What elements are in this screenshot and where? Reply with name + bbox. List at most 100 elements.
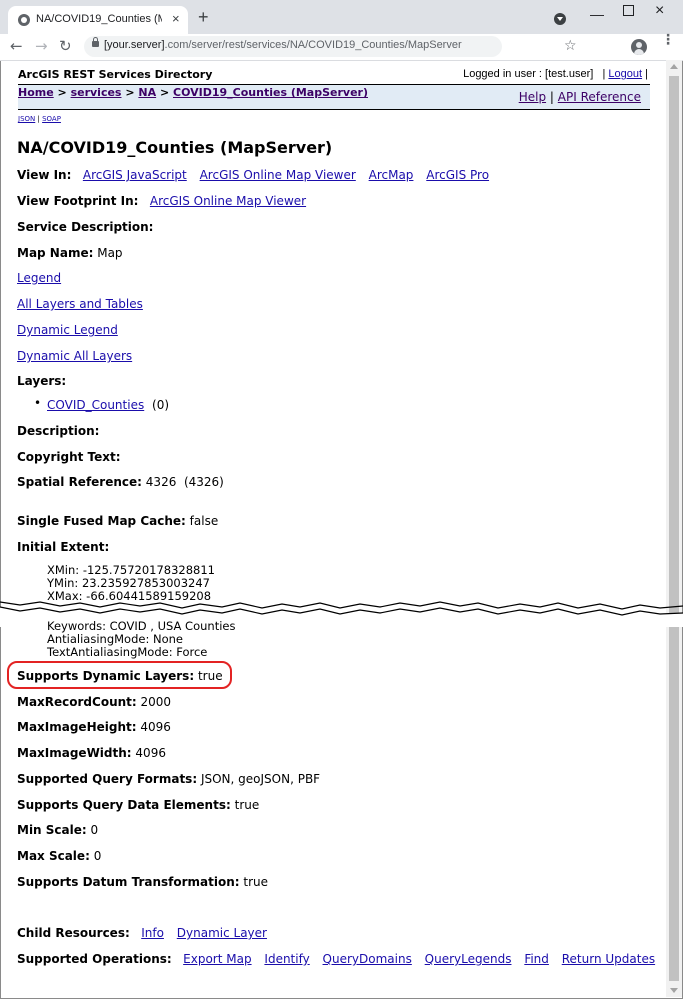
find-link[interactable]: Find	[524, 952, 549, 966]
new-tab-button[interactable]: +	[198, 8, 209, 26]
property-label: MaxImageWidth:	[17, 746, 132, 760]
dynamic-legend-link[interactable]: Dynamic Legend	[17, 323, 118, 337]
title-bar: NA/COVID19_Counties (MapServ × + — ×	[0, 0, 683, 34]
breadcrumb-home[interactable]: Home	[18, 86, 54, 99]
scroll-down-arrow-icon[interactable]	[670, 988, 678, 993]
logged-in-info: Logged in user : [test.user] | Logout |	[463, 68, 648, 80]
view-in-label: View In:	[17, 168, 72, 182]
bullet-icon: •	[34, 396, 42, 410]
property-value: 0	[90, 823, 99, 837]
export-map-link[interactable]: Export Map	[183, 952, 251, 966]
fused-cache-row: Single Fused Map Cache: false	[17, 514, 218, 528]
page-content: ArcGIS REST Services Directory Logged in…	[0, 61, 683, 998]
help-links: Help | API Reference	[519, 90, 641, 104]
maximize-button[interactable]	[623, 5, 634, 16]
all-layers-link[interactable]: All Layers and Tables	[17, 297, 143, 311]
description-row: Description:	[17, 424, 99, 438]
separator: |	[602, 68, 606, 80]
spatial-reference-row: Spatial Reference: 4326 (4326)	[17, 475, 224, 489]
address-bar[interactable]: [your.server].com/server/rest/services/N…	[84, 36, 577, 57]
property-row: Supports Query Data Elements: true	[17, 798, 259, 812]
property-value: 2000	[140, 695, 172, 709]
layers-label: Layers:	[17, 374, 67, 388]
map-name-value: Map	[97, 246, 123, 260]
view-in-arcgis-pro[interactable]: ArcGIS Pro	[426, 168, 489, 182]
property-row: MaxRecordCount: 2000	[17, 695, 171, 709]
bookmark-star-icon[interactable]: ☆	[564, 38, 577, 54]
api-reference-link[interactable]: API Reference	[558, 90, 641, 104]
browser-tab[interactable]: NA/COVID19_Counties (MapServ ×	[8, 6, 188, 34]
dynamic-legend-row: Dynamic Legend	[17, 323, 127, 337]
property-row: MaxImageHeight: 4096	[17, 720, 171, 734]
breadcrumb-separator: >	[53, 86, 71, 99]
tab-title: NA/COVID19_Counties (MapServ	[36, 13, 162, 25]
tab-search-icon[interactable]	[554, 13, 566, 25]
property-label: Min Scale:	[17, 823, 87, 837]
tab-close-icon[interactable]: ×	[172, 11, 180, 26]
url-text[interactable]: [your.server].com/server/rest/services/N…	[104, 39, 462, 51]
layer-link[interactable]: COVID_Counties	[47, 398, 144, 412]
property-label: Supports Query Data Elements:	[17, 798, 231, 812]
child-resources-label: Child Resources:	[17, 926, 130, 940]
separator: |	[37, 115, 40, 123]
browser-toolbar: ← → ↻ [your.server].com/server/rest/serv…	[0, 33, 683, 61]
reload-button[interactable]: ↻	[59, 37, 72, 55]
keywords: Keywords: COVID , USA Counties	[47, 619, 236, 633]
property-value: 0	[93, 849, 102, 863]
forward-button[interactable]: →	[35, 37, 48, 55]
minimize-button[interactable]: —	[590, 6, 604, 22]
footprint-arcgis-online-map-viewer[interactable]: ArcGIS Online Map Viewer	[150, 194, 306, 208]
query-legends-link[interactable]: QueryLegends	[425, 952, 512, 966]
breadcrumb: Home > services > NA > COVID19_Counties …	[18, 86, 368, 99]
view-footprint-label: View Footprint In:	[17, 194, 139, 208]
help-link[interactable]: Help	[519, 90, 546, 104]
property-row: Min Scale: 0	[17, 823, 98, 837]
soap-link[interactable]: SOAP	[42, 115, 61, 123]
profile-avatar[interactable]	[631, 39, 647, 55]
view-in-arcmap[interactable]: ArcMap	[369, 168, 414, 182]
breadcrumb-na[interactable]: NA	[138, 86, 156, 99]
layer-id: (0)	[152, 398, 170, 412]
view-in-arcgis-javascript[interactable]: ArcGIS JavaScript	[83, 168, 187, 182]
service-description-label: Service Description:	[17, 220, 154, 234]
description-label: Description:	[17, 424, 100, 438]
json-link[interactable]: JSON	[18, 115, 35, 123]
menu-icon[interactable]: ⋮	[661, 33, 675, 47]
query-domains-link[interactable]: QueryDomains	[323, 952, 412, 966]
property-value: JSON, geoJSON, PBF	[200, 772, 321, 786]
supported-operations-row: Supported Operations: Export Map Identif…	[17, 952, 664, 966]
initial-extent-label: Initial Extent:	[17, 540, 110, 554]
child-resources-row: Child Resources: Info Dynamic Layer	[17, 926, 276, 940]
scroll-up-arrow-icon[interactable]	[670, 64, 678, 69]
lock-icon[interactable]	[92, 37, 99, 47]
close-window-button[interactable]: ×	[655, 2, 664, 20]
page-title: NA/COVID19_Counties (MapServer)	[17, 138, 333, 157]
breadcrumb-services[interactable]: services	[71, 86, 122, 99]
scrollbar-thumb[interactable]	[669, 76, 679, 981]
initial-extent-row: Initial Extent:	[17, 540, 109, 554]
property-label: MaxRecordCount:	[17, 695, 137, 709]
dynamic-all-layers-row: Dynamic All Layers	[17, 349, 141, 363]
fused-cache-value: false	[189, 514, 219, 528]
logout-link[interactable]: Logout	[608, 68, 642, 80]
back-button[interactable]: ←	[10, 37, 23, 55]
view-in-arcgis-online-map-viewer[interactable]: ArcGIS Online Map Viewer	[200, 168, 356, 182]
property-label: Max Scale:	[17, 849, 90, 863]
vertical-scrollbar[interactable]	[666, 60, 682, 997]
breadcrumb-separator: >	[121, 86, 139, 99]
property-value: true	[243, 875, 269, 889]
fused-cache-label: Single Fused Map Cache:	[17, 514, 186, 528]
return-updates-link[interactable]: Return Updates	[562, 952, 655, 966]
extent-xmin: XMin: -125.75720178328811	[47, 563, 216, 577]
dynamic-all-layers-link[interactable]: Dynamic All Layers	[17, 349, 132, 363]
property-label: Supports Datum Transformation:	[17, 875, 240, 889]
spatial-reference-value: 4326 (4326)	[145, 475, 224, 489]
property-label: Supported Query Formats:	[17, 772, 198, 786]
legend-link[interactable]: Legend	[17, 271, 61, 285]
identify-link[interactable]: Identify	[264, 952, 309, 966]
dynamic-layer-link[interactable]: Dynamic Layer	[177, 926, 267, 940]
info-link[interactable]: Info	[141, 926, 164, 940]
map-name-label: Map Name:	[17, 246, 94, 260]
property-value: 4096	[135, 746, 166, 760]
breadcrumb-current[interactable]: COVID19_Counties (MapServer)	[173, 86, 368, 99]
